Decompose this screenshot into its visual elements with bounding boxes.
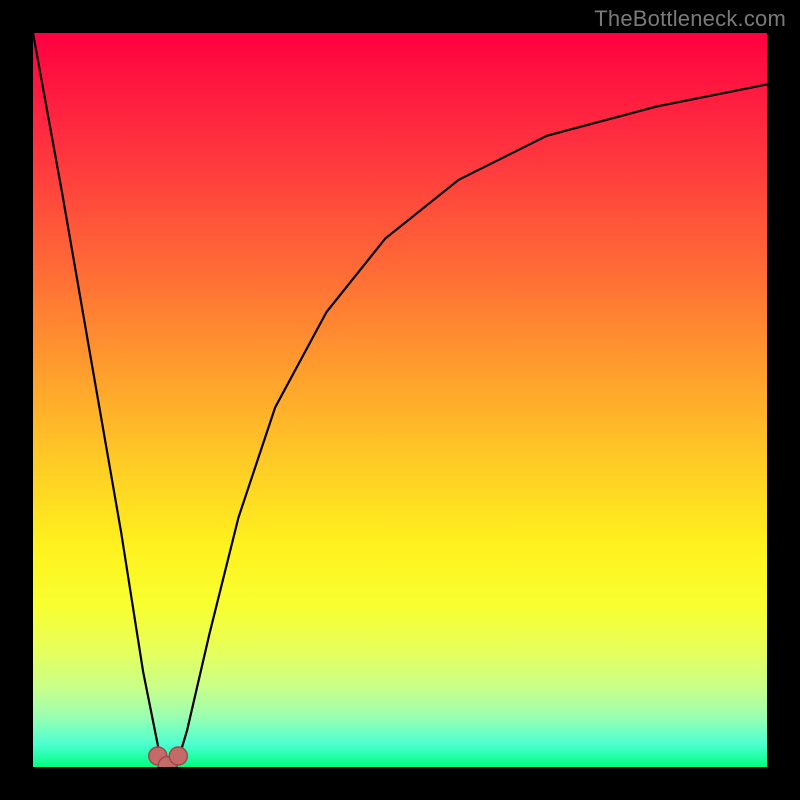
plot-area [33,33,767,767]
curve-left-branch [33,33,161,767]
curve-layer [33,33,767,767]
curve-right-branch [176,84,767,767]
chart-frame: TheBottleneck.com [0,0,800,800]
vertex-markers [149,747,188,767]
watermark-text: TheBottleneck.com [594,6,786,32]
marker-vertex-right [169,747,187,765]
